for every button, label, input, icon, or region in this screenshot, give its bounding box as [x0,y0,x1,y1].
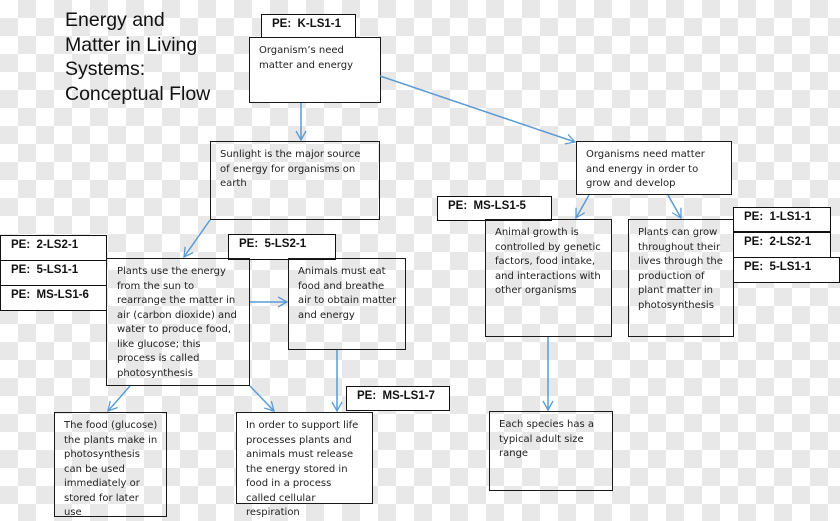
title-line: Conceptual Flow [65,82,211,105]
title-line: Matter in Living [65,33,198,56]
arrow-sunlight-to-plants-use [183,219,211,259]
pe-label-5-ls1-1: PE: 5-LS1-1 [0,260,107,286]
pe-label-ms-ls1-6: PE: MS-LS1-6 [0,285,107,311]
node-animal-growth: Animal growth is controlled by genetic f… [485,219,612,337]
title-line: Energy and [65,9,165,31]
arrow-organisms-grow-to-plants-grow [667,194,682,220]
pe-label-5-ls2-1: PE: 5-LS2-1 [228,234,336,260]
node-organisms-need: Organism’s need matter and energy [249,37,381,103]
node-sunlight: Sunlight is the major source of energy f… [210,141,380,220]
diagram-title: Energy and Matter in Living Systems: Con… [65,8,245,106]
node-plants-use: Plants use the energy from the sun to re… [106,258,250,386]
node-organisms-grow: Organisms need matter and energy in orde… [576,141,732,195]
pe-label-2-ls2-1-right: PE: 2-LS2-1 [733,232,831,258]
arrow-organisms-need-to-organisms-grow [379,75,577,145]
title-line: Systems: [65,58,146,80]
pe-label-ms-ls1-7: PE: MS-LS1-7 [346,386,450,411]
arrow-plants-use-to-food-glucose [107,385,131,413]
node-food-glucose: The food (glucose) the plants make in ph… [54,412,167,518]
node-species-size: Each species has a typical adult size ra… [489,411,613,491]
arrow-organisms-grow-to-animal-growth [575,194,590,220]
pe-label-ms-ls1-5: PE: MS-LS1-5 [437,196,552,221]
node-animals-eat: Animals must eat food and breathe air to… [288,258,406,350]
pe-label-1-ls1-1: PE: 1-LS1-1 [733,207,831,232]
node-respiration: In order to support life processes plant… [236,412,373,518]
pe-label-5-ls1-1-right: PE: 5-LS1-1 [733,257,840,283]
arrow-plants-use-to-respiration [249,385,275,412]
pe-label-k-ls1-1: PE: K-LS1-1 [261,14,356,38]
pe-label-2-ls2-1: PE: 2-LS2-1 [0,235,107,261]
node-plants-grow: Plants can grow throughout their lives t… [628,219,734,337]
